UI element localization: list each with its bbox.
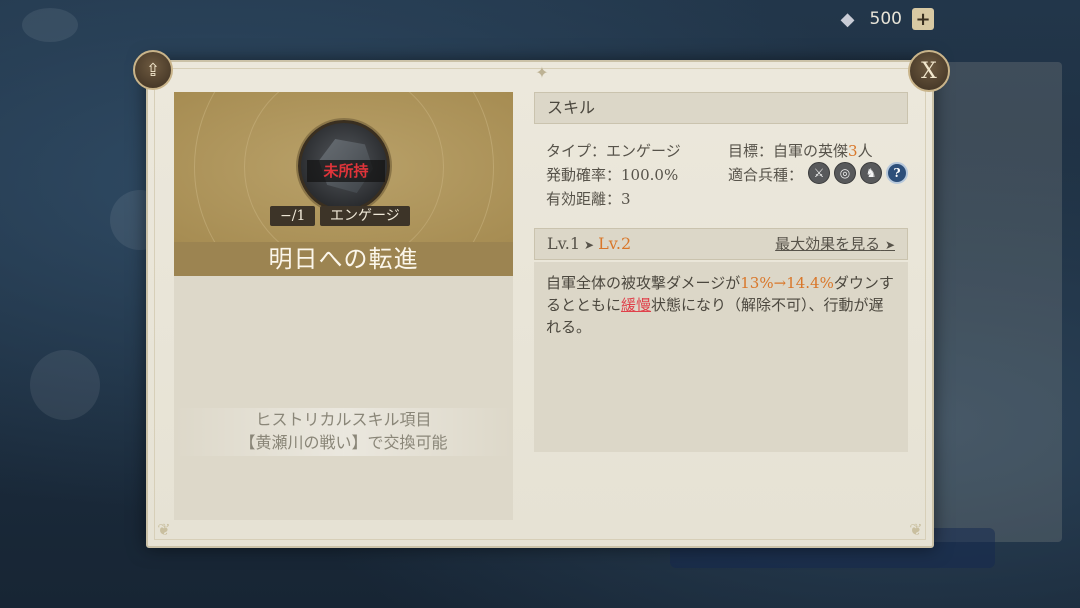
skill-type-tag: エンゲージ — [320, 206, 410, 226]
background-panel — [930, 62, 1062, 542]
target-value: 自軍の英傑 — [773, 142, 849, 160]
close-button[interactable]: X — [908, 50, 950, 92]
help-icon[interactable]: ? — [886, 162, 908, 184]
range-label: 有効距離： — [546, 190, 622, 208]
acquisition-info: ヒストリカルスキル項目 【黄瀬川の戦い】で交換可能 — [174, 408, 513, 456]
target-label: 目標： — [728, 142, 774, 160]
range-value: 3 — [621, 190, 631, 208]
rate-value: 100.0% — [621, 166, 679, 184]
unowned-badge: 未所持 — [307, 160, 385, 182]
skill-type-info: タイプ：エンゲージ — [546, 140, 681, 161]
description-text: 自軍全体の被攻撃ダメージが — [546, 274, 741, 292]
skill-detail-modal: ✦ ❦ ❦ 未所持 −/1 エンゲージ 明日への転進 ヒストリカルスキル項目 【… — [146, 60, 934, 548]
share-button[interactable]: ⇪ — [133, 50, 173, 90]
sword-icon[interactable]: ⚔ — [808, 162, 830, 184]
rate-label: 発動確率： — [546, 166, 622, 184]
view-max-effect-link[interactable]: 最大効果を見る ➤ — [775, 229, 895, 260]
unit-label: 適合兵種： — [728, 166, 804, 184]
background-logo — [22, 8, 78, 42]
skill-card-header: 未所持 −/1 エンゲージ — [174, 92, 513, 242]
skill-name: 明日への転進 — [174, 242, 513, 276]
acquisition-line: 【黄瀬川の戦い】で交換可能 — [239, 433, 448, 452]
cavalry-icon[interactable]: ♞ — [860, 162, 882, 184]
chevron-right-icon: ➤ — [884, 238, 895, 252]
currency-amount: 500 — [869, 9, 902, 29]
arrow-icon: ➤ — [584, 238, 595, 252]
type-label: タイプ： — [546, 142, 607, 160]
unit-type-icons: ⚔ ◎ ♞ ? — [808, 162, 908, 184]
unit-type-info: 適合兵種： — [728, 164, 803, 185]
acquisition-line: ヒストリカルスキル項目 — [255, 410, 432, 429]
value-to: 14.4% — [786, 274, 834, 292]
bow-target-icon[interactable]: ◎ — [834, 162, 856, 184]
corner-ornament-icon: ❦ — [157, 520, 171, 539]
ornament-icon: ✦ — [535, 63, 549, 82]
background-avatar — [30, 350, 100, 420]
add-currency-button[interactable]: + — [912, 8, 934, 30]
section-title: スキル — [534, 92, 908, 124]
target-unit: 人 — [857, 142, 873, 160]
type-value: エンゲージ — [606, 142, 681, 160]
corner-ornament-icon: ❦ — [909, 520, 923, 539]
share-icon: ⇪ — [145, 59, 161, 81]
skill-icon: 未所持 — [298, 120, 390, 212]
target-count: 3 — [848, 142, 858, 160]
value-from: 13% — [740, 274, 774, 292]
skill-card: 未所持 −/1 エンゲージ 明日への転進 ヒストリカルスキル項目 【黄瀬川の戦い… — [174, 92, 513, 520]
level-bar: Lv.1 ➤ Lv.2 最大効果を見る ➤ — [534, 228, 908, 260]
current-level: Lv.1 — [547, 234, 581, 253]
next-level: Lv.2 — [598, 234, 632, 253]
currency-display: ◆ 500 + — [836, 8, 934, 30]
skill-range-info: 有効距離：3 — [546, 188, 631, 209]
view-max-effect-label: 最大効果を見る — [775, 235, 881, 253]
skill-description: 自軍全体の被攻撃ダメージが13%→14.4%ダウンするとともに緩慢状態になり（解… — [534, 262, 908, 452]
status-keyword-link[interactable]: 緩慢 — [621, 296, 651, 314]
skill-target-info: 目標：自軍の英傑3人 — [728, 140, 873, 161]
skill-rate-info: 発動確率：100.0% — [546, 164, 678, 185]
gem-icon: ◆ — [840, 8, 855, 30]
arrow-icon: → — [773, 274, 787, 292]
owned-count-tag: −/1 — [270, 206, 316, 226]
